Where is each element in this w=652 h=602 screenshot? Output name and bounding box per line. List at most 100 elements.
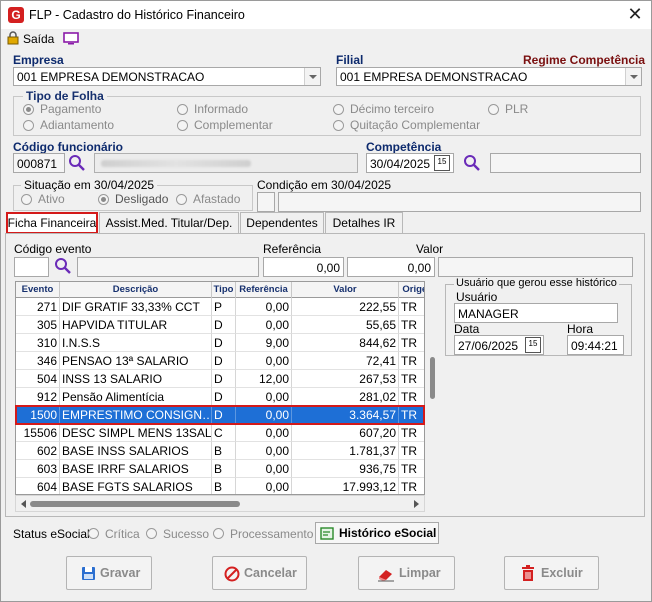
table-row[interactable]: 912 Pensão Alimentícia D 0,00 281,02 TR [16, 388, 424, 406]
valor-input[interactable]: 0,00 [347, 257, 435, 277]
cell-referencia: 0,00 [236, 478, 292, 494]
radio-label-desligado: Desligado [115, 192, 169, 206]
tab-dependentes[interactable]: Dependentes [240, 212, 324, 234]
calendar-icon[interactable]: 15 [434, 155, 450, 171]
codigo-evento-input[interactable] [14, 257, 49, 277]
radio-complementar[interactable] [177, 120, 188, 131]
col-header-valor[interactable]: Valor [292, 282, 399, 298]
radio-plr[interactable] [488, 104, 499, 115]
radio-quitacao-complementar[interactable] [333, 120, 344, 131]
lock-icon[interactable] [6, 31, 20, 45]
radio-informado[interactable] [177, 104, 188, 115]
cell-descricao: I.N.S.S [60, 334, 212, 352]
chevron-down-icon[interactable] [304, 68, 320, 85]
table-row[interactable]: 504 INSS 13 SALARIO D 12,00 267,53 TR [16, 370, 424, 388]
cell-valor: 607,20 [292, 424, 399, 442]
cell-tipo: D [212, 352, 236, 370]
eraser-icon [378, 570, 394, 582]
table-row[interactable]: 604 BASE FGTS SALARIOS B 0,00 17.993,12 TR [16, 478, 424, 494]
usuario-input[interactable]: MANAGER [454, 303, 618, 323]
table-row[interactable]: 310 I.N.S.S D 9,00 844,62 TR [16, 334, 424, 352]
radio-label-sucesso: Sucesso [163, 527, 210, 541]
radio-decimo-terceiro[interactable] [333, 104, 344, 115]
col-header-tipo[interactable]: Tipo [212, 282, 236, 298]
cancelar-button[interactable]: Cancelar [212, 556, 307, 590]
col-header-evento[interactable]: Evento [16, 282, 60, 298]
search-icon[interactable] [68, 154, 86, 172]
cell-origem: TR [399, 460, 424, 478]
scroll-thumb[interactable] [430, 357, 435, 399]
historico-esocial-button[interactable]: Histórico eSocial [315, 522, 439, 544]
table-row[interactable]: 346 PENSAO 13ª SALARIO D 0,00 72,41 TR [16, 352, 424, 370]
cell-origem: TR [399, 424, 424, 442]
window-title: FLP - Cadastro do Histórico Financeiro [29, 8, 245, 22]
excluir-button[interactable]: Excluir [504, 556, 599, 590]
codigo-funcionario-label: Código funcionário [13, 140, 123, 154]
exit-button[interactable]: Saída [23, 32, 54, 46]
radio-label-pagamento: Pagamento [40, 102, 102, 116]
cell-descricao: PENSAO 13ª SALARIO [60, 352, 212, 370]
table-row[interactable]: 271 DIF GRATIF 33,33% CCT P 0,00 222,55 TR [16, 298, 424, 316]
limpar-button[interactable]: Limpar [358, 556, 455, 590]
cell-valor: 844,62 [292, 334, 399, 352]
codigo-funcionario-input[interactable]: 000871 [13, 153, 65, 173]
cell-evento: 603 [16, 460, 60, 478]
competencia-input[interactable]: 30/04/2025 15 [366, 153, 454, 173]
empresa-select[interactable]: 001 EMPRESA DEMONSTRACAO [13, 67, 321, 86]
filial-select[interactable]: 001 EMPRESA DEMONSTRACAO [336, 67, 642, 86]
radio-afastado[interactable] [176, 194, 187, 205]
scroll-right-icon[interactable] [414, 500, 419, 508]
table-row[interactable]: 602 BASE INSS SALARIOS B 0,00 1.781,37 TR [16, 442, 424, 460]
col-header-descricao[interactable]: Descrição [60, 282, 212, 298]
cell-origem: TR [399, 388, 424, 406]
eventos-grid[interactable]: Evento Descrição Tipo Referência Valor O… [15, 281, 425, 495]
cell-evento: 346 [16, 352, 60, 370]
table-row[interactable]: 15506 DESC SIMPL MENS 13SAL C 0,00 607,20 TR [16, 424, 424, 442]
radio-label-critica: Crítica [105, 527, 140, 541]
tab-detalhes-ir[interactable]: Detalhes IR [325, 212, 403, 234]
trash-icon [522, 565, 534, 581]
radio-critica[interactable] [88, 528, 99, 539]
chevron-down-icon[interactable] [625, 68, 641, 85]
search-icon[interactable] [463, 154, 481, 172]
cell-tipo: D [212, 316, 236, 334]
cell-descricao: BASE FGTS SALARIOS [60, 478, 212, 494]
grid-vertical-scrollbar[interactable] [425, 281, 441, 513]
cell-valor: 281,02 [292, 388, 399, 406]
col-header-referencia[interactable]: Referência [236, 282, 292, 298]
col-header-origem[interactable]: Origem [399, 282, 424, 298]
cell-valor: 1.781,37 [292, 442, 399, 460]
monitor-icon[interactable] [63, 32, 79, 45]
radio-processamento[interactable] [213, 528, 224, 539]
table-row[interactable]: 305 HAPVIDA TITULAR D 0,00 55,65 TR [16, 316, 424, 334]
data-input[interactable]: 27/06/2025 15 [454, 335, 544, 355]
radio-desligado[interactable] [98, 194, 109, 205]
tab-assist-med[interactable]: Assist.Med. Titular/Dep. [99, 212, 239, 234]
search-icon[interactable] [54, 257, 72, 275]
radio-sucesso[interactable] [146, 528, 157, 539]
referencia-label: Referência [263, 242, 322, 256]
hora-input[interactable]: 09:44:21 [567, 335, 624, 355]
cell-origem: TR [399, 442, 424, 460]
calendar-icon[interactable]: 15 [525, 337, 541, 353]
radio-label-adiantamento: Adiantamento [40, 118, 115, 132]
scroll-thumb[interactable] [30, 501, 240, 507]
close-icon[interactable]: ✕ [623, 3, 647, 25]
save-icon [82, 567, 95, 580]
cell-origem: TR [399, 298, 424, 316]
table-row[interactable]: 603 BASE IRRF SALARIOS B 0,00 936,75 TR [16, 460, 424, 478]
tab-label: Dependentes [246, 216, 318, 230]
referencia-input[interactable]: 0,00 [263, 257, 344, 277]
cell-referencia: 0,00 [236, 298, 292, 316]
cell-referencia: 0,00 [236, 388, 292, 406]
radio-ativo[interactable] [21, 194, 32, 205]
gravar-button[interactable]: Gravar [66, 556, 152, 590]
grid-horizontal-scrollbar[interactable] [15, 495, 425, 512]
scroll-left-icon[interactable] [21, 500, 26, 508]
evento-desc-field [77, 257, 259, 277]
cell-origem: TR [399, 478, 424, 494]
cell-valor: 55,65 [292, 316, 399, 334]
radio-label-afastado: Afastado [193, 192, 241, 206]
radio-adiantamento[interactable] [23, 120, 34, 131]
radio-pagamento[interactable] [23, 104, 34, 115]
